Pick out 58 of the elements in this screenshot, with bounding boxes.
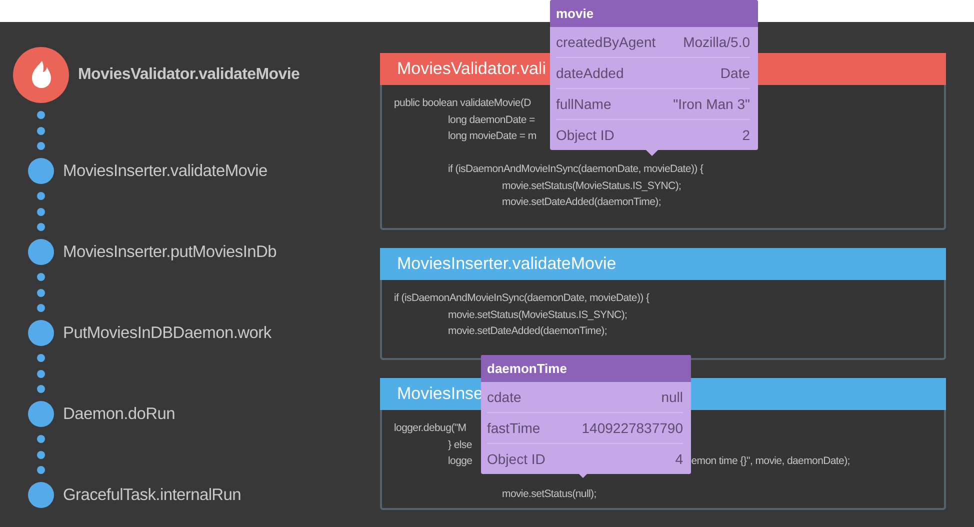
connector-dot: [37, 110, 45, 119]
connector-dot: [37, 354, 45, 362]
stack-frame-node: [28, 239, 54, 265]
field-value: null: [661, 389, 683, 405]
code-line: logge: [448, 455, 472, 469]
connector-dot: [37, 208, 45, 216]
field-value: Date: [720, 65, 750, 81]
code-line: public boolean validateMovie(D: [394, 97, 531, 111]
code-line: emon time {}", movie, daemonDate);: [691, 455, 850, 469]
stack-frame-node: [28, 320, 54, 346]
stack-frame-label[interactable]: GracefulTask.internalRun: [63, 486, 242, 504]
connector-dot: [37, 288, 45, 296]
connector-dot: [37, 370, 45, 378]
code-line: movie.setDateAdded(daemonTime);: [502, 196, 661, 210]
stack-frame-label[interactable]: Daemon.doRun: [63, 404, 175, 424]
code-line: if (isDaemonAndMovieInSync(daemonDate, movieDate)) {: [394, 292, 650, 306]
stack-frame-label[interactable]: MoviesValidator.validateMovie: [78, 66, 300, 84]
stack-frame-label[interactable]: MoviesInserter.validateMovie: [63, 162, 268, 180]
code-line: } else: [448, 438, 472, 452]
stack-frame-label[interactable]: PutMoviesInDBDaemon.work: [63, 324, 272, 342]
connector-dot: [37, 142, 45, 150]
code-line: logger.debug("M: [394, 422, 466, 436]
field-value: 2: [742, 127, 750, 143]
code-line: movie.setStatus(MovieStatus.IS_SYNC);: [502, 180, 682, 194]
tooltip-title: movie: [550, 0, 758, 27]
flame-icon: [13, 47, 69, 103]
field-name: cdate: [487, 389, 522, 405]
code-line: long daemonDate =: [448, 114, 535, 128]
connector-dot: [37, 466, 45, 474]
field-name: Object ID: [487, 451, 546, 467]
code-line: movie.setStatus(MovieStatus.IS_SYNC);: [448, 308, 628, 322]
connector-dot: [37, 272, 45, 281]
code-line: movie.setDateAdded(daemonTime);: [448, 325, 607, 339]
field-name: Object ID: [556, 127, 614, 143]
field-value: "Iron Man 3": [673, 96, 750, 112]
field-value: Mozilla/5.0: [683, 34, 750, 50]
card-header: MoviesInserter.validateMovie: [380, 248, 946, 280]
connector-dot: [37, 450, 45, 458]
connector-dot: [37, 192, 45, 200]
stack-frame-node: [28, 401, 54, 427]
connector-dot: [37, 385, 45, 394]
stack-frame-label[interactable]: MoviesInserter.putMoviesInDb: [63, 242, 277, 262]
field-name: createdByAgent: [556, 34, 656, 50]
connector-dot: [37, 126, 45, 134]
field-name: fullName: [556, 96, 612, 112]
field-name: fastTime: [487, 420, 540, 436]
stack-frame-node: [28, 482, 54, 508]
connector-dot: [37, 434, 45, 443]
field-value: 1409227837790: [582, 420, 683, 436]
field-name: dateAdded: [556, 65, 624, 81]
code-line: long movieDate = m: [448, 130, 536, 144]
field-value: 4: [675, 451, 683, 467]
tooltip-title: daemonTime: [481, 355, 691, 382]
code-line: if (isDaemonAndMovieInSync(daemonDate, movieDate)) {: [448, 163, 704, 177]
code-line: movie.setStatus(null);: [502, 488, 596, 502]
connector-dot: [37, 304, 45, 312]
stack-frame-node: [28, 158, 54, 184]
connector-dot: [37, 223, 45, 232]
